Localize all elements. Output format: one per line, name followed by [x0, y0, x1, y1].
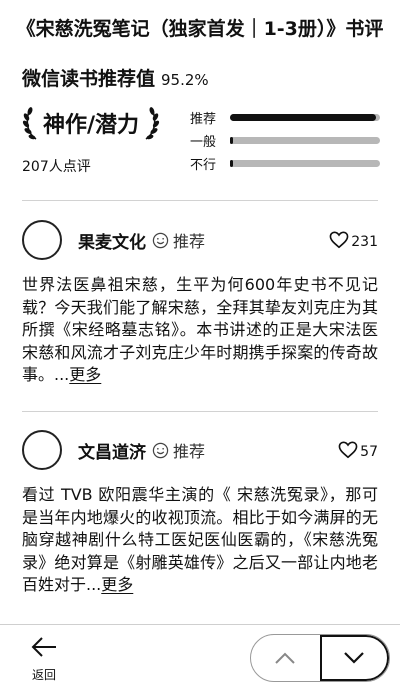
recommend-label: 推荐 [173, 232, 206, 251]
review-text: 看过 TVB 欧阳震华主演的《 宋慈洗冤录》，那可是当年内地爆火的收视顶流。相比… [22, 485, 378, 594]
like-button[interactable]: 57 [338, 439, 378, 460]
back-label: 返回 [31, 668, 56, 682]
rating-bar-fill [230, 160, 233, 167]
avatar[interactable] [22, 430, 62, 470]
chevron-up-icon [275, 652, 296, 664]
back-arrow-icon [31, 637, 56, 657]
page-nav [250, 634, 390, 682]
review-divider [22, 411, 378, 412]
more-link[interactable]: 更多 [101, 575, 133, 594]
rating-bar-track [230, 137, 380, 144]
review-author[interactable]: 文昌道济 [78, 438, 146, 463]
rating-bar-label: 一般 [190, 135, 217, 150]
like-button[interactable]: 231 [329, 229, 378, 250]
score-label: 微信读书推荐值 [22, 68, 156, 90]
recommend-tag: 推荐 [152, 228, 205, 252]
back-button[interactable]: 返回 [24, 635, 64, 683]
review-header: 文昌道济 推荐 57 [22, 428, 378, 472]
laurel-right-icon [145, 107, 160, 140]
rating-bar-label: 推荐 [190, 112, 217, 127]
rating-bar-fill [230, 114, 376, 121]
heart-icon [338, 441, 358, 458]
section-divider [22, 200, 378, 201]
like-count: 231 [351, 234, 378, 250]
review-count: 207人点评 [22, 159, 91, 175]
score-value: 95.2% [161, 71, 209, 89]
laurel-left-icon [22, 107, 37, 140]
review-author[interactable]: 果麦文化 [78, 228, 146, 253]
review-header: 果麦文化 推荐 231 [22, 218, 378, 262]
badge-text: 神作/潜力 [43, 113, 140, 138]
recommend-label: 推荐 [173, 442, 206, 461]
rating-bar-row: 推荐 [190, 106, 380, 129]
smile-icon [152, 442, 169, 458]
review-card[interactable]: 文昌道济 推荐 57 看过 TVB 欧阳震华主演的《 宋慈洗冤录》，那可是当年内… [22, 428, 378, 597]
heart-icon [329, 231, 349, 248]
scroll-up-button[interactable] [251, 635, 320, 681]
rating-bar-row: 一般 [190, 129, 380, 152]
rating-bar-row: 不行 [190, 152, 380, 175]
review-card[interactable]: 果麦文化 推荐 231 世界法医鼻祖宋慈，生平为何600年史书不见记载？今天我们… [22, 218, 378, 387]
avatar[interactable] [22, 220, 62, 260]
scroll-down-button[interactable] [319, 635, 389, 681]
review-body[interactable]: 世界法医鼻祖宋慈，生平为何600年史书不见记载？今天我们能了解宋慈，全拜其挚友刘… [22, 274, 378, 387]
rating-bar-label: 不行 [190, 158, 217, 173]
rating-badge: 神作/潜力 [22, 103, 182, 143]
review-body[interactable]: 看过 TVB 欧阳震华主演的《 宋慈洗冤录》，那可是当年内地爆火的收视顶流。相比… [22, 484, 378, 597]
page-title: 《宋慈洗冤笔记（独家首发｜1-3册）》书评 [16, 18, 384, 40]
rating-bar-track [230, 114, 380, 121]
bottom-toolbar: 返回 [0, 624, 400, 690]
rating-bars: 推荐 一般 不行 [190, 106, 380, 175]
more-link[interactable]: 更多 [69, 365, 101, 384]
like-count: 57 [360, 444, 378, 460]
recommend-tag: 推荐 [152, 438, 205, 462]
chevron-down-icon [344, 652, 365, 664]
rating-bar-track [230, 160, 380, 167]
rating-bar-fill [230, 137, 233, 144]
smile-icon [152, 232, 169, 248]
recommend-score: 微信读书推荐值 95.2% [22, 64, 209, 91]
